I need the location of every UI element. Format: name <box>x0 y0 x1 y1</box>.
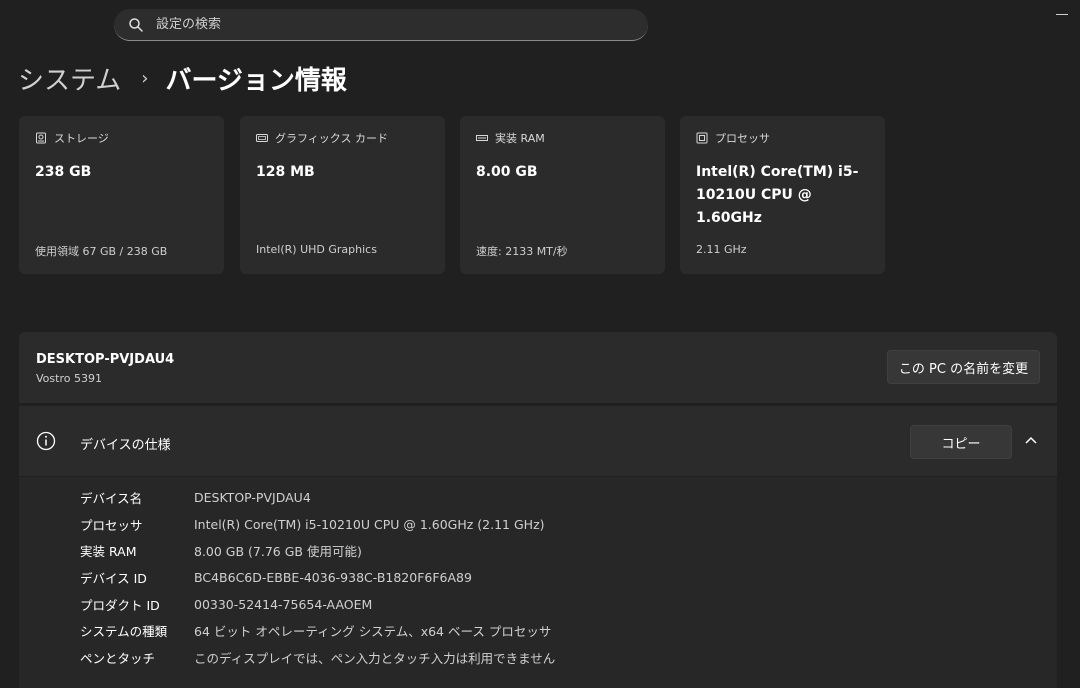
chevron-up-icon[interactable] <box>1023 434 1039 446</box>
search-box[interactable] <box>114 9 648 41</box>
spec-row-processor[interactable]: プロセッサ Intel(R) Core(TM) i5-10210U CPU @ … <box>80 514 545 534</box>
storage-card-detail: 使用領域 67 GB / 238 GB <box>35 245 168 258</box>
spec-value: 00330-52414-75654-AAOEM <box>194 596 373 612</box>
graphics-card-detail: Intel(R) UHD Graphics <box>256 243 377 256</box>
search-icon <box>129 17 143 32</box>
graphics-card-label: グラフィックス カード <box>275 132 388 145</box>
ram-card-detail: 速度: 2133 MT/秒 <box>476 245 568 258</box>
spec-value: 64 ビット オペレーティング システム、x64 ベース プロセッサ <box>194 623 552 639</box>
spec-row-ram[interactable]: 実装 RAM 8.00 GB (7.76 GB 使用可能) <box>80 540 362 560</box>
storage-card-label: ストレージ <box>54 132 109 145</box>
device-specs-body: デバイス名 DESKTOP-PVJDAU4 プロセッサ Intel(R) Cor… <box>19 477 1057 688</box>
spec-row-pen-touch[interactable]: ペンとタッチ このディスプレイでは、ペン入力とタッチ入力は利用できません <box>80 647 555 667</box>
processor-card[interactable]: プロセッサ Intel(R) Core(TM) i5-10210U CPU @ … <box>680 116 885 274</box>
spec-key: 実装 RAM <box>80 543 137 559</box>
ram-card[interactable]: 実装 RAM 8.00 GB 速度: 2133 MT/秒 <box>460 116 665 274</box>
device-model: Vostro 5391 <box>36 372 102 385</box>
spec-value: 8.00 GB (7.76 GB 使用可能) <box>194 543 362 559</box>
spec-key: プロダクト ID <box>80 597 160 613</box>
settings-window: システム › バージョン情報 ストレージ 238 GB 使用領域 67 GB /… <box>0 0 1080 688</box>
minimize-button[interactable] <box>1056 14 1068 15</box>
spec-value: このディスプレイでは、ペン入力とタッチ入力は利用できません <box>194 650 556 666</box>
spec-row-product-id[interactable]: プロダクト ID 00330-52414-75654-AAOEM <box>80 594 372 614</box>
processor-icon <box>696 132 708 144</box>
spec-row-device-id[interactable]: デバイス ID BC4B6C6D-EBBE-4036-938C-B1820F6F… <box>80 567 472 587</box>
device-specs-title: デバイスの仕様 <box>80 438 171 453</box>
storage-card-value: 238 GB <box>35 164 92 180</box>
processor-card-value: Intel(R) Core(TM) i5-10210U CPU @ 1.60GH… <box>696 164 859 226</box>
processor-card-label: プロセッサ <box>715 132 770 145</box>
spec-value: BC4B6C6D-EBBE-4036-938C-B1820F6F6A89 <box>194 569 472 585</box>
spec-key: デバイス ID <box>80 570 147 586</box>
spec-key: プロセッサ <box>80 517 143 533</box>
spec-key: ペンとタッチ <box>80 650 156 666</box>
spec-value: DESKTOP-PVJDAU4 <box>194 489 311 505</box>
processor-card-detail: 2.11 GHz <box>696 243 747 256</box>
copy-button[interactable]: コピー <box>910 425 1012 459</box>
graphics-card-icon <box>256 134 268 142</box>
spec-key: システムの種類 <box>80 623 168 639</box>
breadcrumb: システム › バージョン情報 <box>18 58 347 98</box>
ram-icon <box>476 135 488 141</box>
spec-row-system-type[interactable]: システムの種類 64 ビット オペレーティング システム、x64 ベース プロセ… <box>80 620 551 640</box>
breadcrumb-parent[interactable]: システム <box>18 60 121 97</box>
page-title: バージョン情報 <box>165 65 347 96</box>
graphics-card-value: 128 MB <box>256 164 315 180</box>
storage-icon <box>36 132 46 144</box>
spec-row-device-name[interactable]: デバイス名 DESKTOP-PVJDAU4 <box>80 487 311 507</box>
spec-key: デバイス名 <box>80 490 143 506</box>
storage-card[interactable]: ストレージ 238 GB 使用領域 67 GB / 238 GB <box>19 116 224 274</box>
device-name-panel: DESKTOP-PVJDAU4 Vostro 5391 この PC の名前を変更 <box>19 332 1057 403</box>
spec-value: Intel(R) Core(TM) i5-10210U CPU @ 1.60GH… <box>194 516 545 532</box>
rename-pc-button[interactable]: この PC の名前を変更 <box>887 350 1040 384</box>
breadcrumb-separator: › <box>141 67 149 89</box>
ram-card-label: 実装 RAM <box>495 132 545 145</box>
graphics-card[interactable]: グラフィックス カード 128 MB Intel(R) UHD Graphics <box>240 116 445 274</box>
device-name: DESKTOP-PVJDAU4 <box>36 352 175 367</box>
ram-card-value: 8.00 GB <box>476 164 538 180</box>
device-specs-header[interactable]: デバイスの仕様 コピー <box>19 406 1057 476</box>
info-icon <box>36 431 56 451</box>
search-input[interactable] <box>156 17 648 32</box>
